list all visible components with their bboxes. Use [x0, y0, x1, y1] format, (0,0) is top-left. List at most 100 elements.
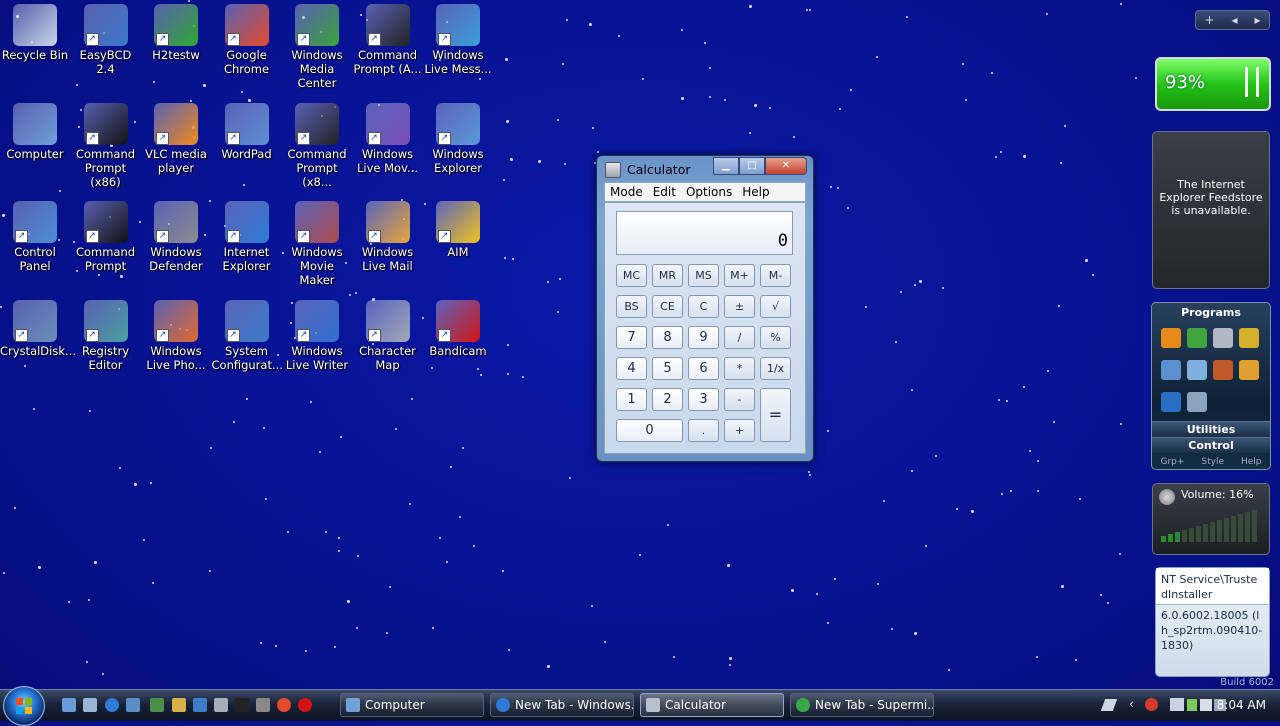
digit-0-button[interactable]: 0	[616, 419, 683, 442]
volume-gadget[interactable]: Volume: 16%	[1152, 483, 1270, 555]
sysconfig-quicklaunch-icon[interactable]	[193, 698, 207, 712]
prev-icon[interactable]: ◂	[1231, 13, 1237, 27]
desktop-icon[interactable]: ↗ Bandicam	[423, 298, 493, 358]
desktop-icon[interactable]: ↗ Windows Media Center	[282, 2, 352, 90]
divide-button[interactable]: /	[724, 326, 755, 349]
desktop-icon[interactable]: ↗ EasyBCD 2.4	[71, 2, 141, 76]
menu-help[interactable]: Help	[737, 183, 774, 201]
equals-button[interactable]: =	[760, 388, 791, 442]
desktop-icon[interactable]: ↗ System Configurat...	[212, 298, 283, 372]
sidebar-controls[interactable]: + ◂ ▸	[1195, 10, 1270, 30]
m-plus-button[interactable]: M+	[724, 264, 755, 287]
media-quicklaunch-icon[interactable]	[150, 698, 164, 712]
control-tab[interactable]: Control	[1152, 437, 1270, 453]
digit-4-button[interactable]: 4	[616, 357, 647, 380]
chrome-quicklaunch-icon[interactable]	[277, 698, 291, 712]
ie-quicklaunch-icon[interactable]	[105, 698, 119, 712]
desktop-icon[interactable]: Computer	[0, 101, 70, 161]
calculator-titlebar[interactable]: Calculator	[605, 160, 690, 180]
desktop-icon[interactable]: ↗ WordPad	[212, 101, 282, 161]
pen-icon[interactable]	[1100, 699, 1118, 711]
tool-quicklaunch-icon[interactable]	[256, 698, 270, 712]
mc-button[interactable]: MC	[616, 264, 647, 287]
desktop-icon[interactable]: ↗ Internet Explorer	[212, 199, 282, 273]
desktop-icon[interactable]: ↗ Windows Live Pho...	[141, 298, 211, 372]
desktop-icon[interactable]: ↗ H2testw	[141, 2, 211, 62]
desktop-icon[interactable]: ↗ Command Prompt (x8...	[282, 101, 352, 189]
digit-1-button[interactable]: 1	[616, 388, 647, 411]
battery-gadget[interactable]: 93%	[1155, 57, 1271, 111]
backspace-button[interactable]: BS	[616, 295, 647, 318]
calculator-window[interactable]: Calculator ▁ □ ✕ Mode Edit Options Help …	[596, 155, 814, 462]
feed-gadget[interactable]: The Internet Explorer Feedstore is unava…	[1152, 131, 1270, 289]
speaker-tray-icon[interactable]	[1200, 699, 1212, 711]
menu-options[interactable]: Options	[681, 183, 737, 201]
style-link[interactable]: Style	[1201, 457, 1224, 467]
media-player-icon[interactable]	[1161, 328, 1181, 348]
clear-button[interactable]: C	[688, 295, 719, 318]
digit-3-button[interactable]: 3	[688, 388, 719, 411]
utilities-tab[interactable]: Utilities	[1152, 421, 1270, 437]
mr-button[interactable]: MR	[652, 264, 683, 287]
menu-mode[interactable]: Mode	[605, 183, 648, 201]
writer-icon[interactable]	[1161, 392, 1181, 412]
desktop-icon[interactable]: ↗ Windows Defender	[141, 199, 211, 273]
digit-5-button[interactable]: 5	[652, 357, 683, 380]
add-gadget-icon[interactable]: +	[1204, 13, 1214, 27]
multiply-button[interactable]: *	[724, 357, 755, 380]
ms-button[interactable]: MS	[688, 264, 719, 287]
taskbar-button-calculator[interactable]: Calculator	[640, 693, 784, 717]
desktop-icon[interactable]: ↗ Windows Live Mess...	[423, 2, 493, 76]
clock[interactable]: 8:04 AM	[1217, 698, 1266, 712]
clear-entry-button[interactable]: CE	[652, 295, 683, 318]
m-minus-button[interactable]: M-	[760, 264, 791, 287]
subtract-button[interactable]: -	[724, 388, 755, 411]
desktop-icon[interactable]: ↗ Command Prompt (A...	[353, 2, 423, 76]
tools-icon[interactable]	[1213, 328, 1233, 348]
desktop-icon[interactable]: ↗ Windows Explorer	[423, 101, 493, 175]
close-button[interactable]: ✕	[765, 157, 807, 175]
sqrt-button[interactable]: √	[760, 295, 791, 318]
taskbar-button-new-tab-windows[interactable]: New Tab - Windows...	[490, 693, 634, 717]
programs-gadget[interactable]: Programs Utilities Control Grp+ Style He…	[1151, 302, 1271, 470]
desktop-icon[interactable]: ↗ Windows Live Writer	[282, 298, 352, 372]
media-center-icon[interactable]	[1187, 328, 1207, 348]
decimal-button[interactable]: .	[688, 419, 719, 442]
menu-edit[interactable]: Edit	[648, 183, 681, 201]
help-link[interactable]: Help	[1241, 457, 1262, 467]
digit-9-button[interactable]: 9	[688, 326, 719, 349]
add-button[interactable]: +	[724, 419, 755, 442]
desktop-icon[interactable]: ↗ Control Panel	[0, 199, 70, 273]
desktop-icon[interactable]: Recycle Bin	[0, 2, 70, 62]
switch-windows-icon[interactable]	[83, 698, 97, 712]
next-icon[interactable]: ▸	[1254, 13, 1260, 27]
maximize-button[interactable]: □	[739, 157, 765, 175]
volume-meter[interactable]	[1161, 506, 1265, 548]
battery-tray-icon[interactable]	[1187, 699, 1197, 711]
digit-7-button[interactable]: 7	[616, 326, 647, 349]
start-button[interactable]	[3, 686, 45, 726]
minimize-button[interactable]: ▁	[713, 157, 739, 175]
digit-2-button[interactable]: 2	[652, 388, 683, 411]
movie-icon[interactable]	[1213, 360, 1233, 380]
desktop-icon[interactable]: ↗ Command Prompt (x86)	[71, 101, 141, 189]
desktop-icon[interactable]: ↗ VLC media player	[141, 101, 211, 175]
desktop-icon[interactable]: ↗ Registry Editor	[71, 298, 141, 372]
computer-quicklaunch-icon[interactable]	[126, 698, 140, 712]
show-desktop-icon[interactable]	[62, 698, 76, 712]
digit-6-button[interactable]: 6	[688, 357, 719, 380]
desktop-icon[interactable]: ↗ Windows Movie Maker	[282, 199, 352, 287]
reciprocal-button[interactable]: 1/x	[760, 357, 791, 380]
desktop-icon[interactable]: ↗ Windows Live Mov...	[353, 101, 423, 175]
desktop-icon[interactable]: ↗ AIM	[423, 199, 493, 259]
calendar-icon[interactable]	[1161, 360, 1181, 380]
cmd-quicklaunch-icon[interactable]	[235, 698, 249, 712]
chevron-left-icon[interactable]: ‹	[1129, 697, 1134, 711]
trophy-icon[interactable]	[1239, 328, 1259, 348]
desktop-icon[interactable]: ↗ Character Map	[353, 298, 423, 372]
percent-button[interactable]: %	[760, 326, 791, 349]
document-icon[interactable]	[1187, 392, 1207, 412]
calc-quicklaunch-icon[interactable]	[214, 698, 228, 712]
taskbar-button-new-tab-supermium[interactable]: New Tab - Supermi...	[790, 693, 934, 717]
users-icon[interactable]	[1187, 360, 1207, 380]
